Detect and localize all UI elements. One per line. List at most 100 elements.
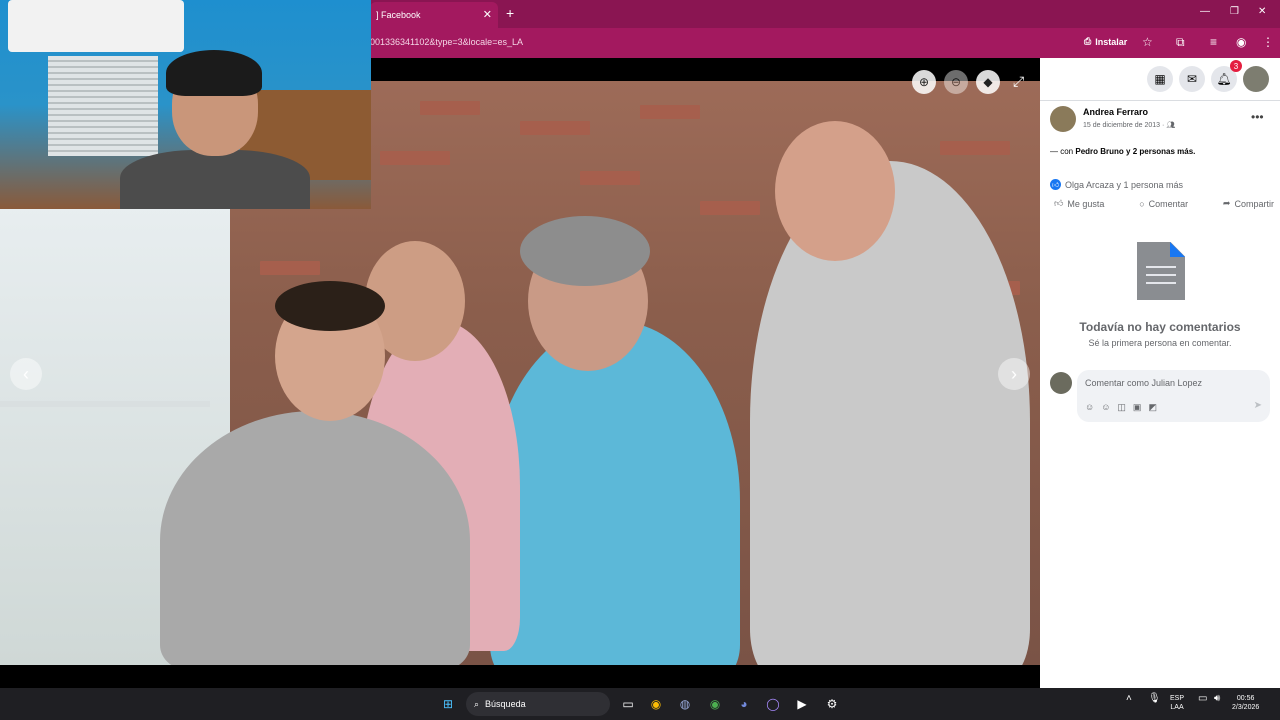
with-prefix: — con — [1050, 147, 1074, 156]
messenger-icon[interactable]: ✉ — [1179, 66, 1205, 92]
profile-icon[interactable]: ◉ — [1236, 35, 1246, 49]
app-icon[interactable]: ◍ — [675, 694, 695, 714]
document-line — [1146, 274, 1176, 276]
post-date[interactable]: 15 de diciembre de 2013 · 👥︎ — [1083, 121, 1175, 129]
author-name[interactable]: Andrea Ferraro — [1083, 107, 1148, 117]
boy-in-gray — [160, 411, 470, 665]
restore-icon[interactable]: ❐ — [1230, 6, 1239, 17]
comment-bubble-icon: ○ — [1139, 198, 1145, 209]
reactions-summary[interactable]: 👍︎ Olga Arcaza y 1 persona más — [1050, 179, 1183, 190]
tag-icon[interactable]: ◆ — [976, 70, 1000, 94]
clock-date: 2/3/2026 — [1232, 704, 1260, 711]
previous-photo-button[interactable]: ‹ — [10, 358, 42, 390]
close-window-icon[interactable]: ✕ — [1258, 6, 1266, 17]
network-icon[interactable]: ▭ — [1198, 694, 1207, 704]
tagged-people: — con Pedro Bruno y 2 personas más. — [1050, 147, 1195, 156]
account-avatar[interactable] — [1243, 66, 1269, 92]
comment-button[interactable]: ○ Comentar — [1139, 198, 1188, 209]
boy-hair — [275, 281, 385, 331]
search-label: Búsqueda — [485, 699, 526, 709]
share-arrow-icon: ➦ — [1222, 198, 1231, 208]
chevron-left-icon: ‹ — [23, 363, 29, 384]
thumbs-up-icon: 👍︎ — [1054, 198, 1064, 208]
extensions-icon[interactable]: ⧉ — [1176, 35, 1185, 50]
media-controls-icon[interactable]: ≡ — [1210, 35, 1217, 49]
audience-friends-icon: 👥︎ — [1166, 122, 1176, 129]
comment-input[interactable]: Comentar como Julian Lopez ☺ ☺ ◫ ▣ ◩ ➤ — [1077, 370, 1270, 422]
avatar-sticker-icon[interactable]: ☺ — [1085, 402, 1094, 413]
tab-facebook[interactable]: ] Facebook ✕ — [370, 2, 498, 28]
air-conditioner — [8, 0, 184, 52]
url-text[interactable]: 001336341102&type=3&locale=es_LA — [370, 37, 523, 47]
new-tab-icon[interactable]: + — [506, 5, 514, 21]
notification-count-badge: 3 — [1230, 60, 1242, 72]
start-windows-icon[interactable]: ⊞ — [438, 694, 458, 714]
streamer-hair — [166, 50, 262, 96]
share-label: Compartir — [1234, 198, 1274, 209]
document-line — [1146, 266, 1176, 268]
task-view-icon[interactable]: ▭ — [618, 694, 638, 714]
microphone-icon[interactable]: 🎙︎ — [1148, 694, 1161, 704]
media-player-icon[interactable]: ▶ — [792, 694, 812, 714]
post-actions: 👍︎ Me gusta ○ Comentar ➦ Compartir — [1054, 198, 1274, 209]
woman-in-blue — [490, 321, 740, 665]
fullscreen-icon[interactable]: ⤢ — [1013, 73, 1024, 90]
tab-prefix: ] — [376, 10, 379, 20]
no-comments-title: Todavía no hay comentarios — [1079, 320, 1241, 334]
search-icon: ⌕ — [474, 698, 480, 709]
panel-top-bar: ▦ ✉ 🔔︎ — [1040, 58, 1280, 98]
clock-time: 00:56 — [1236, 695, 1255, 702]
lang-top: ESP — [1170, 695, 1185, 702]
next-photo-button[interactable]: › — [998, 358, 1030, 390]
emoji-icon[interactable]: ☺ — [1101, 402, 1110, 413]
clock[interactable]: 00:56 2/3/2026 — [1232, 694, 1259, 712]
post-panel: ▦ ✉ 🔔︎ Andrea Ferraro 15 de diciembre de… — [1040, 58, 1280, 688]
more-options-icon[interactable]: ••• — [1251, 110, 1264, 124]
volume-icon[interactable]: 🔊︎ — [1214, 694, 1220, 704]
discord-icon[interactable]: ◕ — [734, 694, 754, 714]
camera-icon[interactable]: ◫ — [1117, 402, 1126, 413]
sticker-icon[interactable]: ◩ — [1148, 402, 1157, 413]
divider — [1040, 100, 1280, 101]
bookmark-star-icon[interactable]: ☆ — [1142, 35, 1153, 49]
browser-menu-icon[interactable]: ⋮ — [1262, 35, 1274, 49]
like-reaction-icon: 👍︎ — [1050, 179, 1061, 190]
author-avatar[interactable] — [1050, 106, 1076, 132]
tray-chevron-icon[interactable]: ˄ — [1126, 694, 1132, 704]
gray-hair — [520, 216, 650, 286]
share-button[interactable]: ➦ Compartir — [1223, 198, 1274, 209]
commenter-avatar — [1050, 372, 1072, 394]
send-icon[interactable]: ➤ — [1254, 400, 1262, 411]
no-comments-subtitle: Sé la primera persona en comentar. — [1088, 338, 1232, 348]
gif-icon[interactable]: ▣ — [1133, 402, 1142, 413]
taskbar-search[interactable]: ⌕ Búsqueda — [466, 692, 610, 716]
tab-title: Facebook — [381, 10, 421, 20]
install-icon: ⎙ — [1084, 36, 1092, 46]
obs-icon[interactable]: ◯ — [763, 694, 783, 714]
zoom-in-icon[interactable]: ⊕ — [912, 70, 936, 94]
tab-close-icon[interactable]: ✕ — [483, 8, 492, 21]
install-label: Instalar — [1095, 36, 1128, 47]
windows-taskbar: ⊞ ⌕ Búsqueda ▭ ◉ ◍ ◉ ◕ ◯ ▶ ⚙ ˄ 🎙︎ ESP LA… — [0, 688, 1280, 720]
viewer-toolbar: ⊕ ⊖ ◆ — [912, 70, 1000, 94]
webcam-overlay — [0, 0, 371, 209]
chrome-icon[interactable]: ◉ — [646, 694, 666, 714]
document-line — [1146, 282, 1176, 284]
zoom-out-icon[interactable]: ⊖ — [944, 70, 968, 94]
menu-grid-icon[interactable]: ▦ — [1147, 66, 1173, 92]
like-button[interactable]: 👍︎ Me gusta — [1054, 198, 1104, 209]
window-blind — [48, 56, 158, 156]
lang-bottom: LAA — [1170, 704, 1184, 711]
language-indicator[interactable]: ESP LAA — [1170, 694, 1184, 712]
comment-placeholder[interactable]: Comentar como Julian Lopez — [1085, 378, 1202, 388]
minimize-icon[interactable]: — — [1200, 6, 1210, 17]
like-label: Me gusta — [1067, 198, 1105, 209]
reactions-text: Olga Arcaza y 1 persona más — [1065, 179, 1184, 190]
tagged-names[interactable]: Pedro Bruno y 2 personas más. — [1075, 147, 1195, 156]
man-face — [775, 121, 895, 261]
install-button[interactable]: ⎙ Instalar — [1084, 36, 1127, 47]
app-settings-icon[interactable]: ⚙ — [822, 694, 842, 714]
screen: ] Facebook ✕ + — ❐ ✕ 001336341102&type=3… — [0, 0, 1280, 720]
chrome-active-icon[interactable]: ◉ — [705, 694, 725, 714]
chevron-right-icon: › — [1011, 363, 1017, 384]
